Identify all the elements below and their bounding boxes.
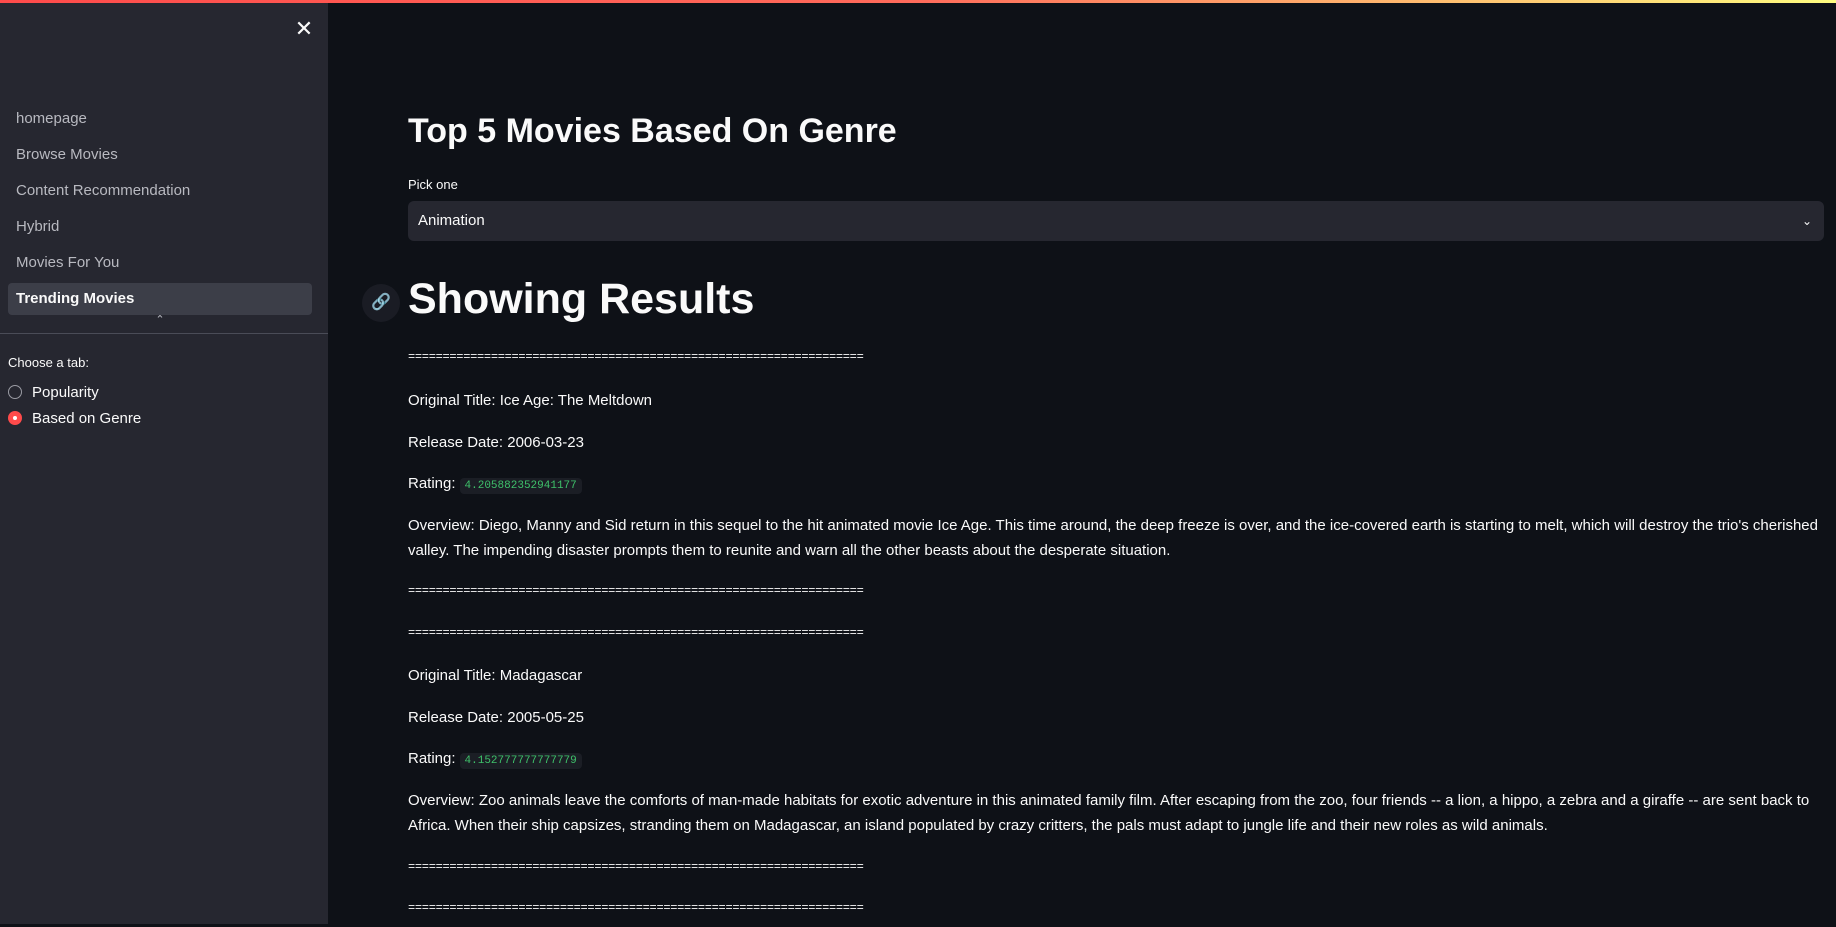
movie-rating: Rating: 4.152777777777779: [408, 750, 582, 769]
movie-rating: Rating: 4.205882352941177: [408, 475, 582, 494]
genre-select-label: Pick one: [408, 177, 458, 192]
rating-value: 4.152777777777779: [459, 753, 582, 769]
close-sidebar-icon[interactable]: ✕: [292, 17, 316, 41]
chevron-down-icon: ⌄: [1801, 214, 1812, 228]
sidebar-divider: [0, 333, 328, 334]
sidebar-item-trending-movies[interactable]: Trending Movies: [8, 283, 312, 315]
collapse-nav-icon[interactable]: ⌃: [152, 314, 168, 326]
results-heading: Showing Results: [408, 275, 755, 323]
sidebar-item-homepage[interactable]: homepage: [8, 103, 312, 135]
genre-select-value: Animation: [418, 212, 485, 229]
movie-release-date: Release Date: 2006-03-23: [408, 434, 584, 451]
movie-original-title: Original Title: Ice Age: The Meltdown: [408, 392, 653, 409]
genre-select[interactable]: Animation ⌄: [408, 201, 1824, 241]
movie-overview: Overview: Diego, Manny and Sid return in…: [408, 517, 1818, 559]
separator-line: ========================================…: [408, 901, 864, 915]
sidebar-item-movies-for-you[interactable]: Movies For You: [8, 247, 312, 279]
radio-label: Based on Genre: [32, 409, 142, 427]
radio-based-on-genre[interactable]: Based on Genre: [8, 407, 141, 429]
rating-value: 4.205882352941177: [459, 478, 582, 494]
radio-circle-icon: [8, 385, 22, 399]
sidebar-item-hybrid[interactable]: Hybrid: [8, 211, 312, 243]
sidebar: ✕ homepage Browse Movies Content Recomme…: [0, 3, 328, 924]
tab-radio-label: Choose a tab:: [8, 355, 89, 370]
sidebar-item-content-recommendation[interactable]: Content Recommendation: [8, 175, 312, 207]
radio-selected-icon: [8, 411, 22, 425]
movie-release-date: Release Date: 2005-05-25: [408, 709, 584, 726]
page-title: Top 5 Movies Based On Genre: [408, 112, 897, 150]
radio-popularity[interactable]: Popularity: [8, 381, 99, 403]
movie-original-title: Original Title: Madagascar: [408, 667, 583, 684]
separator-line: ========================================…: [408, 860, 864, 874]
sidebar-item-browse-movies[interactable]: Browse Movies: [8, 139, 312, 171]
separator-line: ========================================…: [408, 584, 864, 598]
separator-line: ========================================…: [408, 350, 864, 364]
anchor-link-icon[interactable]: 🔗: [362, 284, 400, 322]
rating-label: Rating:: [408, 475, 456, 492]
radio-label: Popularity: [32, 383, 99, 401]
movie-overview: Overview: Zoo animals leave the comforts…: [408, 792, 1810, 834]
separator-line: ========================================…: [408, 626, 864, 640]
sidebar-nav: homepage Browse Movies Content Recommend…: [8, 103, 312, 319]
rating-label: Rating:: [408, 750, 456, 767]
